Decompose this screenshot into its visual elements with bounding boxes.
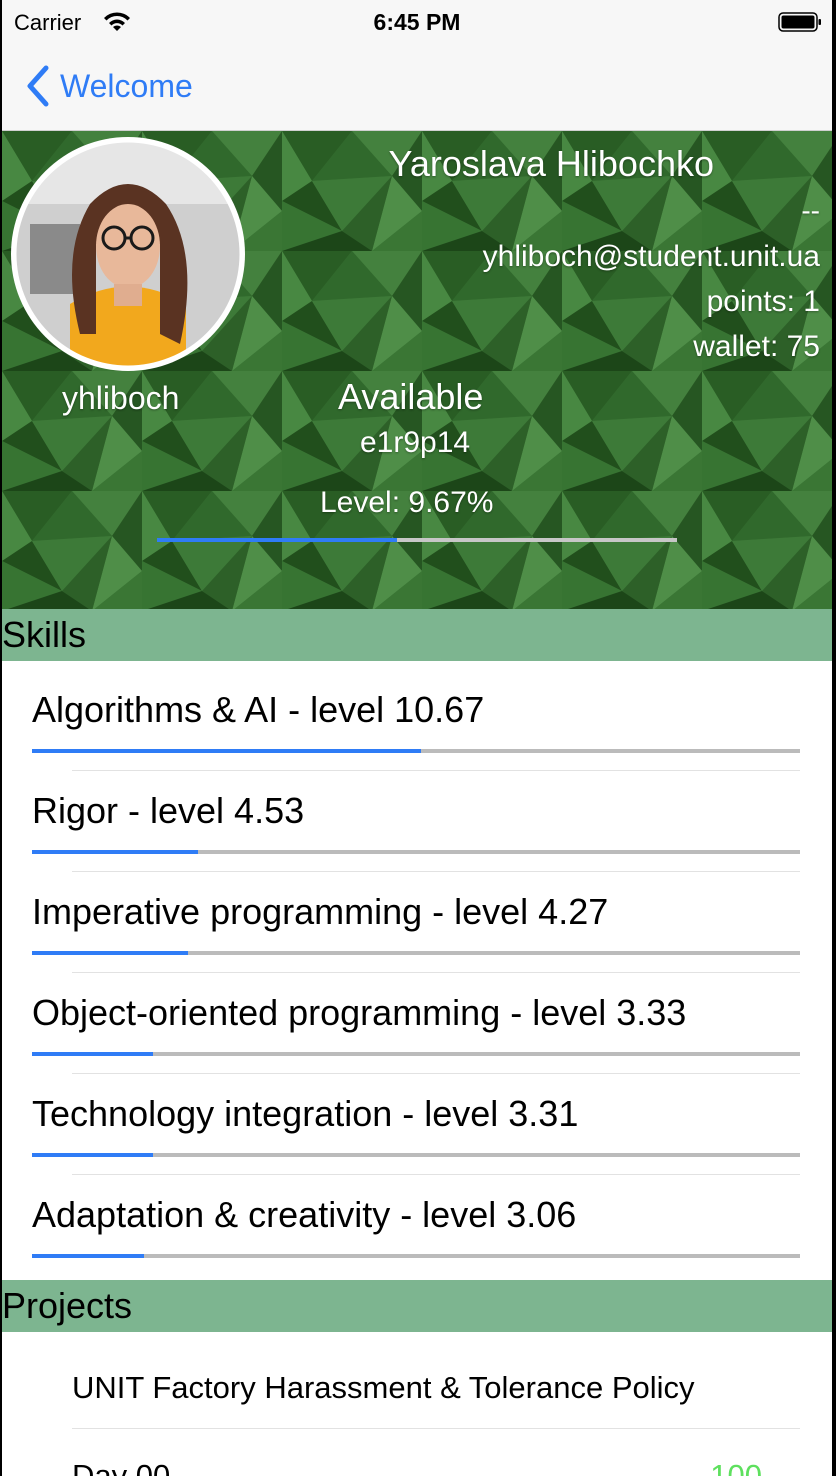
skill-progress-fill: [32, 1153, 154, 1157]
back-button-label: Welcome: [60, 67, 193, 104]
projects-section-header: Projects: [2, 1280, 832, 1332]
availability-status: Available: [338, 376, 484, 417]
level-progress-fill: [157, 538, 398, 542]
points-text: points: 1: [706, 285, 820, 318]
level-text: Level: 9.67%: [320, 486, 494, 519]
skill-progress-fill: [32, 1254, 145, 1258]
skill-label: Technology integration - level 3.31: [32, 1093, 579, 1134]
back-button[interactable]: Welcome: [24, 62, 193, 110]
skill-label: Algorithms & AI - level 10.67: [32, 689, 485, 730]
skill-label: Rigor - level 4.53: [32, 790, 305, 831]
status-bar: Carrier 6:45 PM: [2, 0, 832, 44]
location-text: e1r9p14: [360, 426, 471, 459]
project-score: 100: [710, 1458, 762, 1476]
skill-row[interactable]: Rigor - level 4.53: [2, 762, 832, 862]
skill-progress-bar: [32, 1254, 800, 1258]
skill-row[interactable]: Object-oriented programming - level 3.33: [2, 964, 832, 1064]
skill-progress-bar: [32, 1052, 800, 1056]
skill-progress-fill: [32, 951, 188, 955]
login-text: yhliboch: [62, 380, 180, 416]
project-name: Day 00: [72, 1458, 171, 1476]
level-progress-bar: [157, 538, 677, 542]
chevron-left-icon: [27, 65, 49, 107]
skill-progress-fill: [32, 749, 422, 753]
skill-row[interactable]: Adaptation & creativity - level 3.06: [2, 1166, 832, 1266]
project-name: UNIT Factory Harassment & Tolerance Poli…: [72, 1370, 695, 1405]
skill-row[interactable]: Algorithms & AI - level 10.67: [2, 661, 832, 761]
profile-dashes: --: [801, 195, 820, 226]
clock: 6:45 PM: [373, 9, 461, 35]
app-screen: Carrier 6:45 PM Welcome Yaroslava Hliboc…: [2, 0, 832, 1476]
project-row[interactable]: Day 00 100: [2, 1428, 832, 1476]
wallet-text: wallet: 75: [693, 330, 820, 363]
navigation-bar: Welcome: [2, 44, 832, 131]
email-text: yhliboch@student.unit.ua: [482, 240, 820, 273]
skill-progress-fill: [32, 850, 198, 854]
skill-label: Imperative programming - level 4.27: [32, 891, 609, 932]
skill-progress-bar: [32, 1153, 800, 1157]
skill-progress-fill: [32, 1052, 154, 1056]
skill-progress-bar: [32, 850, 800, 854]
profile-header: Yaroslava Hlibochko -- yhliboch@student.…: [2, 131, 832, 609]
battery-icon: [778, 12, 821, 32]
full-name: Yaroslava Hlibochko: [388, 143, 715, 184]
avatar: [11, 137, 245, 371]
skill-row[interactable]: Imperative programming - level 4.27: [2, 863, 832, 963]
skill-row[interactable]: Technology integration - level 3.31: [2, 1065, 832, 1165]
project-row[interactable]: UNIT Factory Harassment & Tolerance Poli…: [2, 1332, 832, 1428]
skill-progress-bar: [32, 951, 800, 955]
skill-label: Object-oriented programming - level 3.33: [32, 992, 687, 1033]
skill-progress-bar: [32, 749, 800, 753]
skills-section-header: Skills: [2, 609, 832, 661]
skill-label: Adaptation & creativity - level 3.06: [32, 1194, 577, 1235]
